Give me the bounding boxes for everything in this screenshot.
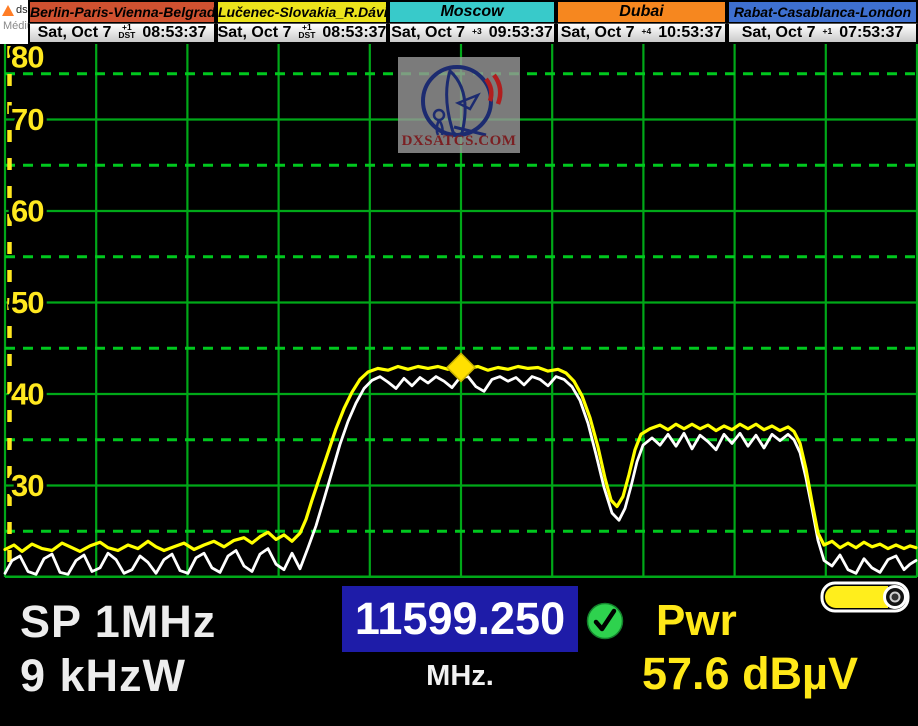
clock-date: Sat, Oct 7 [742,24,816,42]
world-clock-bar: ds Médiu Berlin-Paris-Vienna-Belgrade Sa… [0,0,918,44]
trace-marker[interactable] [447,353,475,381]
utc-offset-badge: +1DST [118,23,135,40]
dxsatcs-logo: DXSATCS.COM [398,57,520,153]
power-value: 57.6 dBµV [600,648,900,700]
clock-time: 08:53:37 [322,24,386,42]
clock-moscow[interactable]: Moscow Sat, Oct 7 +3 09:53:37 [388,0,556,44]
svg-text:40: 40 [11,377,43,412]
spectrum-analyzer-screen: 80 70 60 50 40 30 DXSATCS.COM ds Médiu Berlin… [0,0,918,726]
battery-indicator [820,580,914,619]
utc-offset-badge: +3 [472,27,482,36]
clock-time: 10:53:37 [658,24,722,42]
background-window-stub: ds Médiu [0,0,28,44]
clock-rabat[interactable]: Rabat-Casablanca-London Sat, Oct 7 +1 07… [727,0,918,44]
svg-text:60: 60 [11,194,43,229]
logo-text: DXSATCS.COM [402,133,517,150]
svg-text:80: 80 [11,40,43,75]
clock-time: 09:53:37 [489,24,553,42]
background-window-text: ds [16,4,28,16]
vlc-cone-icon [2,5,14,16]
clock-city-label: Moscow [388,0,556,23]
clock-dubai[interactable]: Dubai Sat, Oct 7 +4 10:53:37 [556,0,727,44]
utc-offset-badge: +4 [642,27,652,36]
clock-date: Sat, Oct 7 [391,24,465,42]
clock-city-label: Lučenec-Slovakia_R.Dávid [216,0,388,23]
clock-city-label: Rabat-Casablanca-London [727,0,918,23]
rbw-setting-label: 9 kHzW [20,650,186,702]
check-icon [586,602,624,640]
frequency-display[interactable]: 11599.250 [342,586,578,652]
svg-text:30: 30 [11,468,43,503]
lock-status-icon [586,602,624,645]
span-setting-label: SP 1MHz [20,596,216,648]
clock-date: Sat, Oct 7 [561,24,635,42]
clock-time: 07:53:37 [839,24,903,42]
svg-text:50: 50 [11,285,43,320]
clock-date: Sat, Oct 7 [218,24,292,42]
clock-city-label: Berlin-Paris-Vienna-Belgrade [28,0,216,23]
battery-icon [820,580,914,614]
utc-offset-badge: +1DST [298,23,315,40]
svg-text:70: 70 [11,102,43,137]
clock-lucenec[interactable]: Lučenec-Slovakia_R.Dávid Sat, Oct 7 +1DS… [216,0,388,44]
clock-date: Sat, Oct 7 [38,24,112,42]
frequency-unit-label: MHz. [342,660,578,693]
utc-offset-badge: +1 [823,27,833,36]
background-menu-text: Médiu [0,20,28,32]
clock-city-label: Dubai [556,0,727,23]
clock-time: 08:53:37 [142,24,206,42]
clock-berlin[interactable]: Berlin-Paris-Vienna-Belgrade Sat, Oct 7 … [28,0,216,44]
power-label: Pwr [656,596,737,646]
